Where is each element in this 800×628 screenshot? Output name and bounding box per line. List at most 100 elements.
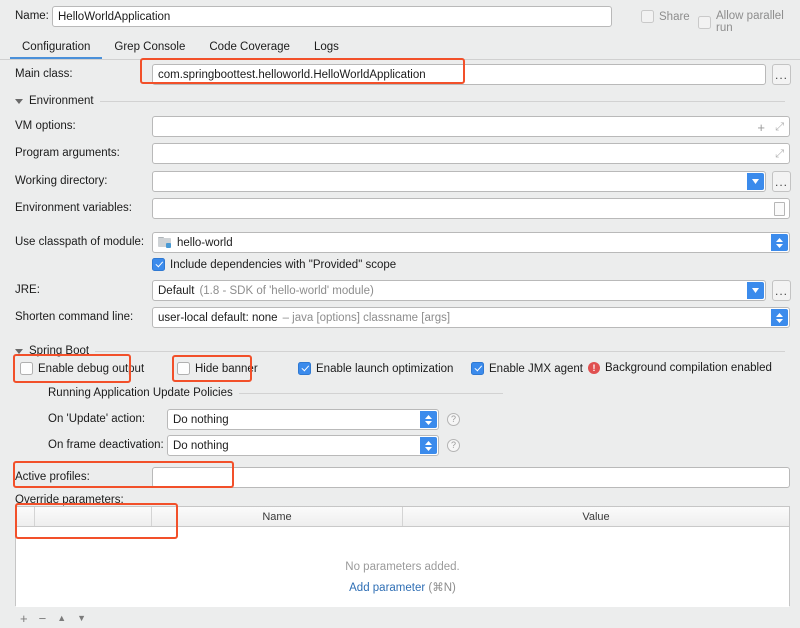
stepper-icon[interactable]: [771, 309, 788, 326]
environment-divider: [99, 100, 785, 102]
program-arguments-input[interactable]: ⤢: [152, 143, 790, 164]
stepper-icon[interactable]: [771, 234, 788, 251]
on-update-action-label: On 'Update' action:: [48, 413, 146, 425]
add-parameter-shortcut: (⌘N): [428, 582, 456, 594]
shorten-command-line-value: user-local default: none: [158, 311, 278, 324]
on-update-action-select[interactable]: Do nothing: [167, 409, 439, 430]
provided-scope-label: Include dependencies with "Provided" sco…: [170, 258, 397, 271]
tab-code-coverage[interactable]: Code Coverage: [197, 35, 302, 59]
shorten-command-line-hint: – java [options] classname [args]: [282, 311, 451, 324]
enable-launch-optimization-row[interactable]: Enable launch optimization: [298, 362, 453, 375]
table-col-name: Name: [152, 507, 403, 526]
on-update-action-value: Do nothing: [173, 413, 229, 426]
on-frame-deactivation-label: On frame deactivation:: [48, 439, 164, 451]
tab-grep-console[interactable]: Grep Console: [102, 35, 197, 59]
share-checkbox-row[interactable]: Share: [641, 10, 690, 23]
allow-parallel-run-checkbox-row[interactable]: Allow parallel run: [698, 10, 800, 34]
update-policies-divider: [238, 392, 503, 394]
spring-boot-divider: [95, 350, 785, 352]
hide-banner-checkbox[interactable]: [177, 362, 190, 375]
expand-icon[interactable]: ⤢: [775, 121, 784, 134]
active-profiles-label: Active profiles:: [15, 471, 90, 483]
on-frame-deactivation-help-icon[interactable]: ?: [447, 439, 460, 452]
working-directory-input[interactable]: [152, 171, 766, 192]
provided-scope-checkbox-row[interactable]: Include dependencies with "Provided" sco…: [152, 258, 396, 271]
table-header-row: Name Value: [16, 507, 789, 527]
hide-banner-row[interactable]: Hide banner: [177, 362, 258, 375]
jre-value: Default: [158, 284, 195, 297]
shorten-command-line-label: Shorten command line:: [15, 311, 134, 323]
add-macro-icon[interactable]: +: [757, 120, 765, 135]
table-col-checkbox: [16, 507, 35, 526]
empty-state-message: No parameters added.: [345, 561, 460, 573]
enable-jmx-agent-row[interactable]: Enable JMX agent: [471, 362, 583, 375]
background-compilation-warning: ! Background compilation enabled: [588, 362, 772, 374]
table-toolbar: + − ▲ ▼: [0, 608, 420, 628]
main-class-browse-button[interactable]: ...: [772, 64, 791, 85]
working-directory-label: Working directory:: [15, 175, 108, 187]
on-frame-deactivation-value: Do nothing: [173, 439, 229, 452]
tab-configuration[interactable]: Configuration: [10, 35, 103, 59]
spring-boot-section-header[interactable]: Spring Boot: [15, 345, 785, 357]
spring-boot-section-title: Spring Boot: [29, 345, 90, 357]
name-input-value: HelloWorldApplication: [58, 10, 171, 23]
enable-debug-output-label: Enable debug output: [38, 362, 145, 375]
override-parameters-label: Override parameters:: [15, 494, 124, 506]
allow-parallel-run-checkbox[interactable]: [698, 15, 711, 29]
enable-jmx-agent-checkbox[interactable]: [471, 362, 484, 375]
update-policies-section-title: Running Application Update Policies: [48, 387, 233, 399]
on-update-action-help-icon[interactable]: ?: [447, 413, 460, 426]
stepper-icon[interactable]: [420, 437, 437, 454]
enable-debug-output-row[interactable]: Enable debug output: [20, 362, 144, 375]
hide-banner-label: Hide banner: [195, 362, 258, 375]
environment-section-title: Environment: [29, 95, 94, 107]
environment-section-header[interactable]: Environment: [15, 95, 785, 107]
classpath-module-label: Use classpath of module:: [15, 236, 145, 248]
jre-browse-button[interactable]: ...: [772, 280, 791, 301]
table-col-blank: [35, 507, 152, 526]
working-directory-browse-button[interactable]: ...: [772, 171, 791, 192]
active-profiles-input[interactable]: [152, 467, 790, 488]
browse-list-icon[interactable]: [774, 202, 785, 216]
chevron-down-icon[interactable]: [15, 348, 23, 354]
enable-debug-output-checkbox[interactable]: [20, 362, 33, 375]
name-label: Name:: [15, 10, 49, 22]
expand-icon[interactable]: ⤢: [775, 148, 784, 161]
vm-options-label: VM options:: [15, 120, 76, 132]
add-parameter-link[interactable]: Add parameter: [349, 582, 425, 594]
share-checkbox[interactable]: [641, 10, 654, 23]
environment-variables-input[interactable]: [152, 198, 790, 219]
provided-scope-checkbox[interactable]: [152, 258, 165, 271]
on-frame-deactivation-select[interactable]: Do nothing: [167, 435, 439, 456]
tab-logs[interactable]: Logs: [302, 35, 351, 59]
add-parameter-row[interactable]: Add parameter (⌘N): [16, 580, 789, 594]
table-col-value: Value: [582, 510, 610, 523]
program-arguments-label: Program arguments:: [15, 147, 120, 159]
classpath-module-value: hello-world: [177, 236, 233, 249]
tab-configuration-label: Configuration: [22, 41, 91, 53]
enable-launch-optimization-checkbox[interactable]: [298, 362, 311, 375]
vm-options-input[interactable]: + ⤢: [152, 116, 790, 137]
chevron-down-icon[interactable]: [747, 173, 764, 190]
tab-bar: Configuration Grep Console Code Coverage…: [0, 33, 800, 60]
override-parameters-table[interactable]: Name Value No parameters added. Add para…: [15, 506, 790, 607]
main-class-input[interactable]: com.springboottest.helloworld.HelloWorld…: [152, 64, 766, 85]
enable-launch-optimization-label: Enable launch optimization: [316, 362, 454, 375]
environment-variables-label: Environment variables:: [15, 202, 132, 214]
update-policies-section-header: Running Application Update Policies: [48, 387, 503, 399]
classpath-module-select[interactable]: hello-world: [152, 232, 790, 253]
table-body[interactable]: No parameters added. Add parameter (⌘N): [16, 527, 789, 607]
name-input[interactable]: HelloWorldApplication: [52, 6, 612, 27]
enable-jmx-agent-label: Enable JMX agent: [489, 362, 583, 375]
header-row: Name: HelloWorldApplication Share Allow …: [0, 0, 800, 34]
jre-select[interactable]: Default (1.8 - SDK of 'hello-world' modu…: [152, 280, 766, 301]
main-class-label: Main class:: [15, 68, 73, 80]
chevron-down-icon[interactable]: [747, 282, 764, 299]
shorten-command-line-select[interactable]: user-local default: none – java [options…: [152, 307, 790, 328]
tab-underline: [0, 59, 800, 60]
allow-parallel-run-label: Allow parallel run: [716, 10, 784, 34]
stepper-icon[interactable]: [420, 411, 437, 428]
chevron-down-icon[interactable]: [15, 98, 23, 104]
share-label: Share: [659, 10, 690, 23]
error-icon: !: [588, 362, 600, 374]
